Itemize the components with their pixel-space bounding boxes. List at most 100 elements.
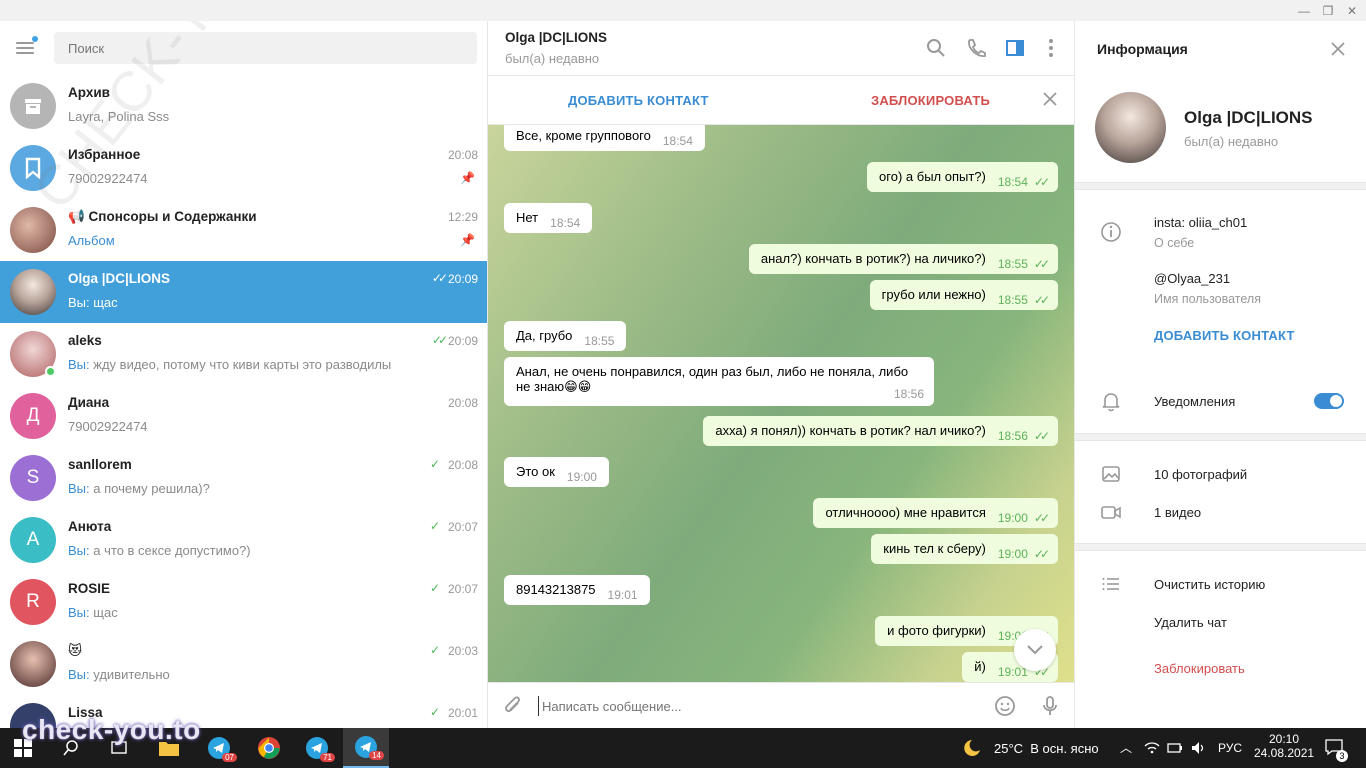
emoji-icon[interactable] <box>994 695 1016 717</box>
online-indicator <box>45 366 56 377</box>
peer-name[interactable]: Olga |DC|LIONS <box>505 30 607 45</box>
message-bubble[interactable]: отличнoooo) мне нравится 19:00 ✓✓ <box>813 498 1058 528</box>
message-bubble[interactable]: Это ок 19:00 <box>504 457 609 487</box>
chat-preview: Вы: жду видео, потому что киви карты это… <box>68 357 392 372</box>
message-bubble[interactable]: ого) а был опыт?) 18:54 ✓✓ <box>867 162 1058 192</box>
volume-icon[interactable] <box>1190 740 1206 756</box>
read-ticks-icon: ✓✓ <box>431 271 448 285</box>
message-composer <box>488 682 1074 728</box>
info-title: Информация <box>1097 41 1188 57</box>
battery-icon[interactable] <box>1167 740 1183 756</box>
chat-item-anyuta[interactable]: А Анюта ✓ 20:07 Вы: а что в сексе допуст… <box>0 509 487 571</box>
message-bubble[interactable]: Нет 18:54 <box>504 203 593 233</box>
minimize-button[interactable]: — <box>1292 2 1316 19</box>
attach-icon[interactable] <box>502 695 524 717</box>
sent-tick-icon: ✓ <box>429 581 440 595</box>
chrome-taskbar[interactable] <box>246 728 292 768</box>
message-bubble[interactable]: грубо или нежно) 18:55 ✓✓ <box>869 280 1058 310</box>
unread-badge: 71 <box>320 753 335 762</box>
telegram-taskbar-3[interactable]: 14 <box>343 728 389 768</box>
close-icon[interactable] <box>1042 91 1058 107</box>
message-bubble[interactable]: Анал, не очень понравился, один раз был,… <box>504 357 934 406</box>
message-input[interactable] <box>538 696 978 716</box>
add-contact-button[interactable]: ДОБАВИТЬ КОНТАКТ <box>1154 328 1295 343</box>
chat-time: 12:29 <box>447 210 478 224</box>
message-bubble[interactable]: Все, кроме группового 18:54 <box>504 125 705 151</box>
close-window-button[interactable]: ✕ <box>1340 2 1364 19</box>
restore-button[interactable]: ❐ <box>1316 2 1340 19</box>
chat-item-rosie[interactable]: R ROSIE ✓ 20:07 Вы: щас <box>0 571 487 633</box>
read-ticks-icon: ✓✓ <box>1033 511 1050 525</box>
add-contact-button[interactable]: ДОБАВИТЬ КОНТАКТ <box>568 93 709 108</box>
moon-weather-icon <box>964 740 980 756</box>
chat-time: 20:03 <box>447 644 478 658</box>
microphone-icon[interactable] <box>1039 695 1061 717</box>
language-indicator[interactable]: РУС <box>1218 741 1242 755</box>
chat-item-cat[interactable]: 😻 ✓ 20:03 Вы: удивительно <box>0 633 487 695</box>
chevron-down-icon <box>1027 645 1043 655</box>
videos-link[interactable]: 1 видео <box>1154 505 1201 520</box>
notification-center-button[interactable]: 3 <box>1324 738 1348 762</box>
message-bubble[interactable]: анал?) кончать в ротик?) на личико?) 18:5… <box>748 244 1058 274</box>
notifications-toggle[interactable] <box>1314 393 1344 409</box>
block-button[interactable]: ЗАБЛОКИРОВАТЬ <box>871 93 990 108</box>
chat-item-sanllorem[interactable]: S sanllorem ✓ 20:08 Вы: а почему решила)… <box>0 447 487 509</box>
bell-icon <box>1102 393 1120 412</box>
telegram-taskbar-2[interactable]: 71 <box>294 728 340 768</box>
chat-name: sanllorem <box>68 457 132 472</box>
clock[interactable]: 20:10 24.08.2021 <box>1254 732 1314 760</box>
chat-preview: Вы: а что в сексе допустимо?) <box>68 543 251 558</box>
delete-chat-button[interactable]: Удалить чат <box>1154 615 1227 630</box>
windows-taskbar: 07 71 14 25°C В осн. ясно ︿ РУС 20:10 24… <box>0 728 1366 768</box>
sidebar-toggle-icon[interactable] <box>1004 37 1026 59</box>
watermark: check-you.to <box>22 714 201 745</box>
chat-time: 20:07 <box>447 582 478 596</box>
telegram-taskbar-1[interactable]: 07 <box>196 728 242 768</box>
bio-text: insta: oliia_ch01 <box>1154 215 1248 230</box>
chat-item-olga[interactable]: Olga |DC|LIONS ✓✓ 20:09 Вы: щас <box>0 261 487 323</box>
chat-avatar <box>10 641 56 687</box>
more-options-icon[interactable] <box>1040 37 1062 59</box>
weather-text[interactable]: 25°C В осн. ясно <box>994 741 1099 756</box>
list-icon <box>1102 578 1119 590</box>
chat-preview: Вы: а почему решила)? <box>68 481 210 496</box>
close-icon[interactable] <box>1330 41 1346 57</box>
message-bubble[interactable]: кинь тел к сберу) 19:00 ✓✓ <box>871 534 1058 564</box>
profile-name: Olga |DC|LIONS <box>1184 108 1313 127</box>
chat-item-diana[interactable]: Д Диана 20:08 79002922474 <box>0 385 487 447</box>
phone-icon[interactable] <box>965 37 987 59</box>
chat-time: 20:08 <box>447 148 478 162</box>
block-user-button[interactable]: Заблокировать <box>1154 661 1245 676</box>
hamburger-menu-icon[interactable] <box>16 36 38 58</box>
chat-time: 20:08 <box>447 396 478 410</box>
message-bubble[interactable]: ахха) я понял)) кончать в ротик? нал ичи… <box>703 416 1058 446</box>
divider <box>1075 433 1366 441</box>
profile-avatar[interactable] <box>1095 92 1166 163</box>
wifi-icon[interactable] <box>1144 740 1160 756</box>
notification-count: 3 <box>1336 750 1348 762</box>
chat-item-aleks[interactable]: aleks ✓✓ 20:09 Вы: жду видео, потому что… <box>0 323 487 385</box>
message-bubble[interactable]: 89143213875 19:01 <box>504 575 650 605</box>
pin-icon: 📌 <box>460 171 475 185</box>
unread-badge: 07 <box>222 753 237 762</box>
username-text[interactable]: @Olyaa_231 <box>1154 271 1230 286</box>
chat-avatar <box>10 269 56 315</box>
chat-name: aleks <box>68 333 102 348</box>
archive-icon <box>10 83 56 129</box>
profile-status: был(а) недавно <box>1184 134 1279 149</box>
chat-avatar <box>10 207 56 253</box>
window-titlebar: — ❐ ✕ <box>0 0 1366 21</box>
chevron-up-icon[interactable]: ︿ <box>1120 739 1132 756</box>
photos-link[interactable]: 10 фотографий <box>1154 467 1247 482</box>
message-area[interactable]: Все, кроме группового 18:54 ого) а был оп… <box>488 125 1074 682</box>
message-bubble[interactable]: Да, грубо 18:55 <box>504 321 627 351</box>
chat-name: ROSIE <box>68 581 111 596</box>
scroll-down-button[interactable] <box>1014 629 1056 671</box>
menu-notification-dot <box>32 36 38 42</box>
chat-preview: Вы: щас <box>68 605 118 620</box>
username-label: Имя пользователя <box>1154 292 1261 306</box>
clear-history-button[interactable]: Очистить историю <box>1154 577 1265 592</box>
search-icon[interactable] <box>925 37 947 59</box>
sent-tick-icon: ✓ <box>429 457 440 471</box>
divider <box>1075 182 1366 190</box>
